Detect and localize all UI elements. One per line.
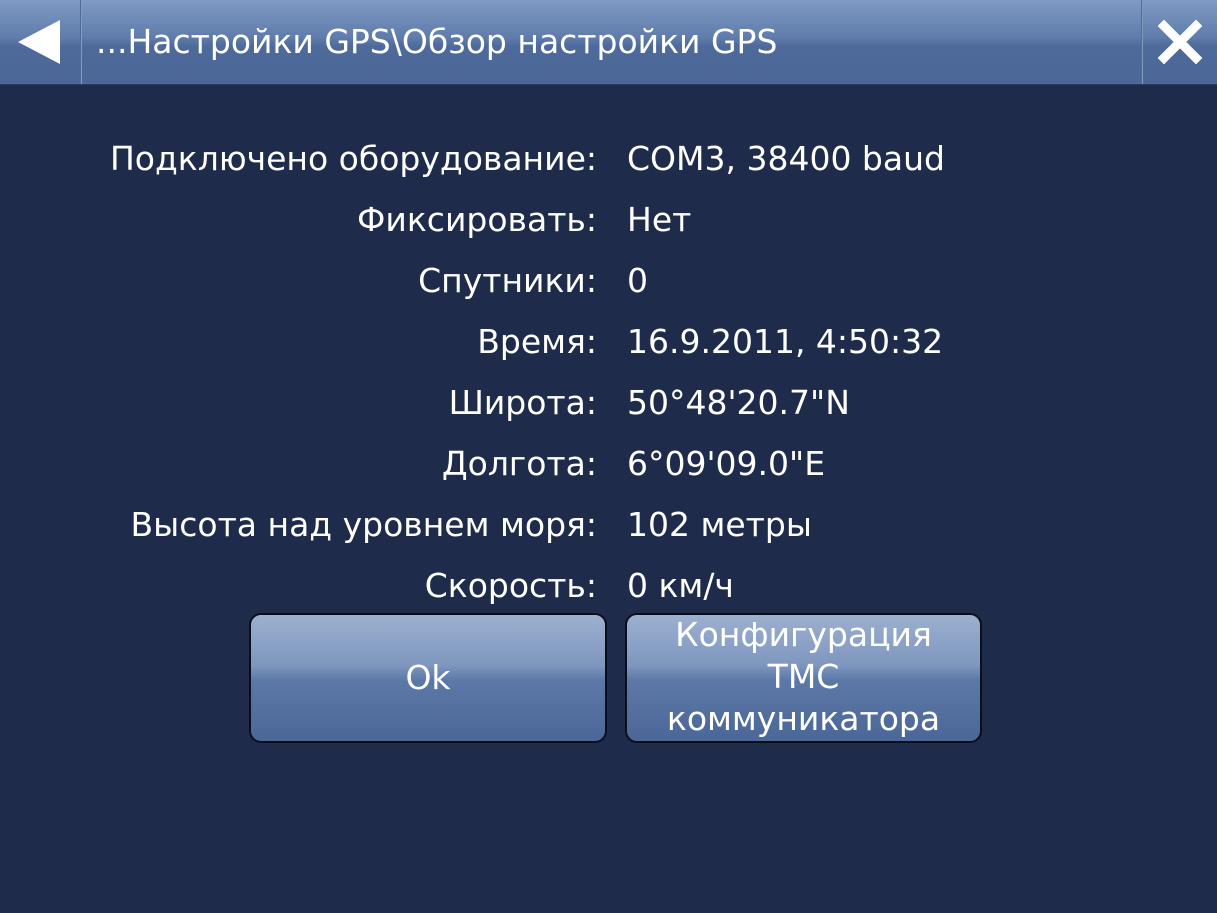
altitude-label: Высота над уровнем моря: bbox=[130, 505, 597, 544]
hardware-label: Подключено оборудование: bbox=[109, 139, 597, 178]
satellites-value: 0 bbox=[627, 261, 648, 300]
hardware-value: COM3, 38400 baud bbox=[627, 139, 945, 178]
tmc-button-label-line: Конфигурация bbox=[675, 615, 932, 654]
gps-overview-screen: ...Настройки GPS\Обзор настройки GPS Под… bbox=[0, 0, 1217, 913]
close-x-icon bbox=[1158, 20, 1202, 64]
latitude-label: Широта: bbox=[448, 383, 597, 422]
left-arrow-icon bbox=[18, 20, 60, 64]
back-button[interactable] bbox=[0, 0, 80, 84]
info-row-hardware: Подключено оборудование: COM3, 38400 bau… bbox=[0, 132, 1217, 193]
satellites-label: Спутники: bbox=[418, 261, 597, 300]
tmc-button-label-line: коммуникатора bbox=[666, 699, 941, 738]
title-bar: ...Настройки GPS\Обзор настройки GPS bbox=[0, 0, 1217, 85]
latitude-value: 50°48'20.7"N bbox=[627, 383, 850, 422]
fix-value: Нет bbox=[627, 200, 692, 239]
ok-button[interactable]: Ok bbox=[249, 613, 607, 743]
tmc-config-button[interactable]: Конфигурация TMC коммуникатора bbox=[625, 613, 982, 743]
time-label: Время: bbox=[477, 322, 597, 361]
info-row-fix: Фиксировать: Нет bbox=[0, 193, 1217, 254]
altitude-value: 102 метры bbox=[627, 505, 812, 544]
time-value: 16.9.2011, 4:50:32 bbox=[627, 322, 944, 361]
info-row-longitude: Долгота: 6°09'09.0"E bbox=[0, 437, 1217, 498]
info-row-satellites: Спутники: 0 bbox=[0, 254, 1217, 315]
page-title: ...Настройки GPS\Обзор настройки GPS bbox=[96, 22, 778, 61]
longitude-value: 6°09'09.0"E bbox=[627, 444, 826, 483]
close-button[interactable] bbox=[1143, 0, 1217, 84]
tmc-button-label-line: TMC bbox=[767, 657, 840, 696]
longitude-label: Долгота: bbox=[441, 444, 597, 483]
speed-label: Скорость: bbox=[424, 566, 597, 605]
gps-info-list: Подключено оборудование: COM3, 38400 bau… bbox=[0, 132, 1217, 620]
info-row-time: Время: 16.9.2011, 4:50:32 bbox=[0, 315, 1217, 376]
speed-value: 0 км/ч bbox=[627, 566, 734, 605]
info-row-speed: Скорость: 0 км/ч bbox=[0, 559, 1217, 620]
info-row-latitude: Широта: 50°48'20.7"N bbox=[0, 376, 1217, 437]
fix-label: Фиксировать: bbox=[357, 200, 597, 239]
info-row-altitude: Высота над уровнем моря: 102 метры bbox=[0, 498, 1217, 559]
title-separator bbox=[80, 0, 82, 84]
